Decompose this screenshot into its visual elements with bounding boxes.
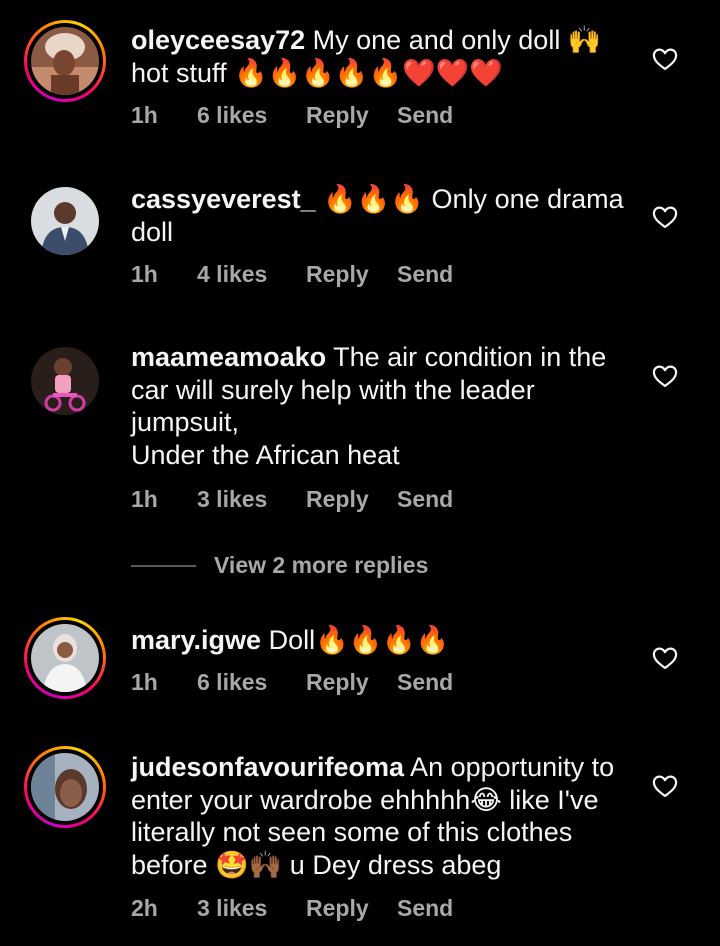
likes-count[interactable]: 4 likes: [197, 261, 306, 288]
username-link[interactable]: mary.igwe: [131, 625, 261, 655]
heart-outline-icon[interactable]: [651, 362, 679, 390]
send-button[interactable]: Send: [397, 669, 453, 696]
profile-photo: [31, 753, 99, 821]
likes-count[interactable]: 6 likes: [197, 102, 306, 129]
reply-button[interactable]: Reply: [306, 102, 397, 129]
avatar[interactable]: [24, 746, 106, 828]
profile-photo: [31, 27, 99, 95]
timestamp: 1h: [131, 102, 158, 128]
avatar[interactable]: [24, 180, 106, 262]
send-button[interactable]: Send: [397, 486, 453, 513]
heart-outline-icon[interactable]: [651, 644, 679, 672]
send-button[interactable]: Send: [397, 102, 453, 129]
view-more-replies-button[interactable]: View 2 more replies: [131, 552, 428, 579]
comment-text: Doll🔥🔥🔥🔥: [261, 625, 450, 655]
likes-count[interactable]: 3 likes: [197, 895, 306, 922]
heart-outline-icon[interactable]: [651, 45, 679, 73]
avatar[interactable]: [24, 340, 106, 422]
username-link[interactable]: maameamoako: [131, 342, 326, 372]
timestamp: 1h: [131, 261, 158, 287]
reply-button[interactable]: Reply: [306, 669, 397, 696]
timestamp: 1h: [131, 669, 158, 695]
profile-photo: [31, 187, 99, 255]
profile-photo: [31, 624, 99, 692]
likes-count[interactable]: 6 likes: [197, 669, 306, 696]
timestamp: 1h: [131, 486, 158, 512]
username-link[interactable]: cassyeverest_: [131, 184, 316, 214]
profile-photo: [31, 347, 99, 415]
reply-button[interactable]: Reply: [306, 261, 397, 288]
heart-outline-icon[interactable]: [651, 772, 679, 800]
username-link[interactable]: oleyceesay72: [131, 25, 305, 55]
timestamp: 2h: [131, 895, 158, 921]
avatar[interactable]: [24, 20, 106, 102]
divider: [131, 564, 196, 567]
avatar[interactable]: [24, 617, 106, 699]
heart-outline-icon[interactable]: [651, 203, 679, 231]
reply-button[interactable]: Reply: [306, 486, 397, 513]
view-more-replies-label: View 2 more replies: [214, 552, 429, 578]
likes-count[interactable]: 3 likes: [197, 486, 306, 513]
send-button[interactable]: Send: [397, 261, 453, 288]
reply-button[interactable]: Reply: [306, 895, 397, 922]
send-button[interactable]: Send: [397, 895, 453, 922]
username-link[interactable]: judesonfavourifeoma: [131, 752, 404, 782]
